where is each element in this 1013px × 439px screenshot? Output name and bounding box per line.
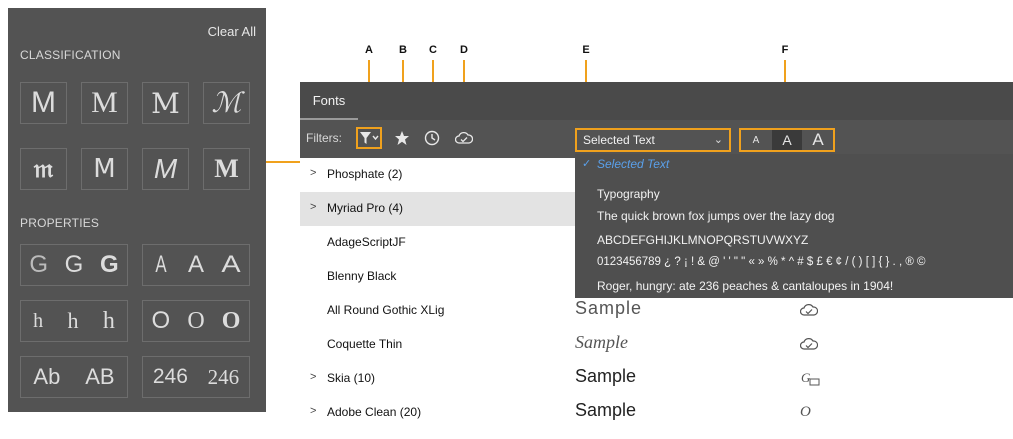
number-group: 246 246 <box>142 356 250 398</box>
annotation-c: C <box>429 44 437 56</box>
case-standard[interactable]: Ab <box>33 364 60 390</box>
preview-text-dropdown: ✓ Selected Text Typography The quick bro… <box>575 154 1013 298</box>
clear-all-button[interactable]: Clear All <box>208 24 256 39</box>
font-name: Skia (10) <box>327 371 376 385</box>
filter-icon[interactable] <box>356 127 382 149</box>
filters-label: Filters: <box>306 131 342 145</box>
contrast-group: O O O <box>142 300 250 342</box>
classification-monospaced[interactable]: M <box>81 148 128 190</box>
tab-fonts[interactable]: Fonts <box>300 82 358 120</box>
clock-icon[interactable] <box>422 128 442 148</box>
checkmark-icon: ✓ <box>582 158 592 170</box>
font-sample: Sample <box>575 366 637 386</box>
opentype-icon: O <box>800 404 811 420</box>
dropdown-item-sentence[interactable]: Roger, hungry: ate 236 peaches & cantalo… <box>597 279 893 293</box>
size-medium-button[interactable]: A <box>772 130 802 150</box>
font-row[interactable]: > Adobe Clean (20) Sample O <box>300 396 1013 430</box>
font-name: Adobe Clean (20) <box>327 405 422 419</box>
properties-title: PROPERTIES <box>20 216 100 230</box>
dropdown-item-pangram[interactable]: The quick brown fox jumps over the lazy … <box>597 209 834 223</box>
classification-decorative[interactable]: M <box>203 148 250 190</box>
font-name: All Round Gothic XLig <box>327 303 445 317</box>
number-oldstyle[interactable]: 246 <box>208 365 240 390</box>
width-regular[interactable]: A <box>188 251 204 279</box>
size-large-button[interactable]: A <box>803 130 833 150</box>
classification-serif[interactable]: M <box>81 82 128 124</box>
font-row[interactable]: Coquette Thin Sample <box>300 328 1013 362</box>
preview-text-select[interactable]: Selected Text ⌄ <box>575 128 731 152</box>
contrast-low[interactable]: O <box>152 307 171 335</box>
classification-slab-serif[interactable]: M <box>142 82 189 124</box>
font-row[interactable]: > Skia (10) Sample G <box>300 362 1013 396</box>
width-narrow[interactable]: A <box>155 251 166 279</box>
contrast-medium[interactable]: O <box>187 308 204 335</box>
font-name: Blenny Black <box>327 269 397 283</box>
font-sample: Sample <box>575 332 628 352</box>
chevron-right-icon[interactable]: > <box>310 405 316 417</box>
chevron-right-icon[interactable]: > <box>310 201 316 213</box>
case-group: Ab AB <box>20 356 128 398</box>
classification-handwritten[interactable]: M <box>142 148 189 190</box>
annotation-f: F <box>781 44 789 56</box>
width-wide[interactable]: A <box>222 251 241 279</box>
classification-title: CLASSIFICATION <box>20 48 121 62</box>
font-sample: Sample <box>575 400 637 420</box>
font-row[interactable]: All Round Gothic XLig Sample <box>300 294 1013 328</box>
cloud-sync-icon[interactable] <box>453 128 475 148</box>
cloud-sync-icon <box>799 336 819 355</box>
xheight-small[interactable]: h <box>33 310 43 333</box>
chevron-right-icon[interactable]: > <box>310 167 316 179</box>
contrast-high[interactable]: O <box>222 308 241 335</box>
font-name: Myriad Pro (4) <box>327 201 404 215</box>
weight-group: G G G <box>20 244 128 286</box>
cloud-sync-icon <box>799 302 819 321</box>
annotation-d: D <box>460 44 468 56</box>
star-icon[interactable] <box>392 128 412 148</box>
classification-sans-serif[interactable]: M <box>20 82 67 124</box>
xheight-group: h h h <box>20 300 128 342</box>
font-name: AdageScriptJF <box>327 235 406 249</box>
preview-size-group: A A A <box>739 128 835 152</box>
chevron-down-icon: ⌄ <box>713 134 723 146</box>
font-name: Phosphate (2) <box>327 167 403 181</box>
classification-blackletter[interactable]: 𝔪 <box>20 148 67 190</box>
xheight-large[interactable]: h <box>103 308 115 335</box>
number-lining[interactable]: 246 <box>153 365 188 389</box>
annotation-b: B <box>399 44 407 56</box>
filter-toolbar: Filters: Selected Text ⌄ A A A <box>300 120 1013 158</box>
weight-bold[interactable]: G <box>100 251 119 279</box>
weight-regular[interactable]: G <box>65 251 84 279</box>
dropdown-item-selected-text[interactable]: Selected Text <box>597 157 669 171</box>
system-font-icon: G <box>800 370 820 391</box>
xheight-medium[interactable]: h <box>67 308 78 334</box>
size-small-button[interactable]: A <box>741 130 771 150</box>
font-sample: Sample <box>575 298 643 318</box>
filter-panel: Clear All CLASSIFICATION M M M ℳ 𝔪 M M M… <box>8 8 266 412</box>
font-name: Coquette Thin <box>327 337 403 351</box>
dropdown-item-numerals[interactable]: 0123456789 ¿ ? ¡ ! & @ ' ' " " « » % * ^… <box>597 256 925 268</box>
dropdown-item-typography[interactable]: Typography <box>597 187 660 201</box>
case-caps[interactable]: AB <box>85 364 114 390</box>
classification-script[interactable]: ℳ <box>203 82 250 124</box>
dropdown-item-alphabet[interactable]: ABCDEFGHIJKLMNOPQRSTUVWXYZ <box>597 233 808 247</box>
width-group: A A A <box>142 244 250 286</box>
annotation-e: E <box>582 44 590 56</box>
weight-light[interactable]: G <box>29 251 48 279</box>
fonts-panel-header: Fonts <box>300 82 1013 120</box>
annotation-a: A <box>365 44 373 56</box>
chevron-right-icon[interactable]: > <box>310 371 316 383</box>
preview-text-value: Selected Text <box>583 133 655 147</box>
